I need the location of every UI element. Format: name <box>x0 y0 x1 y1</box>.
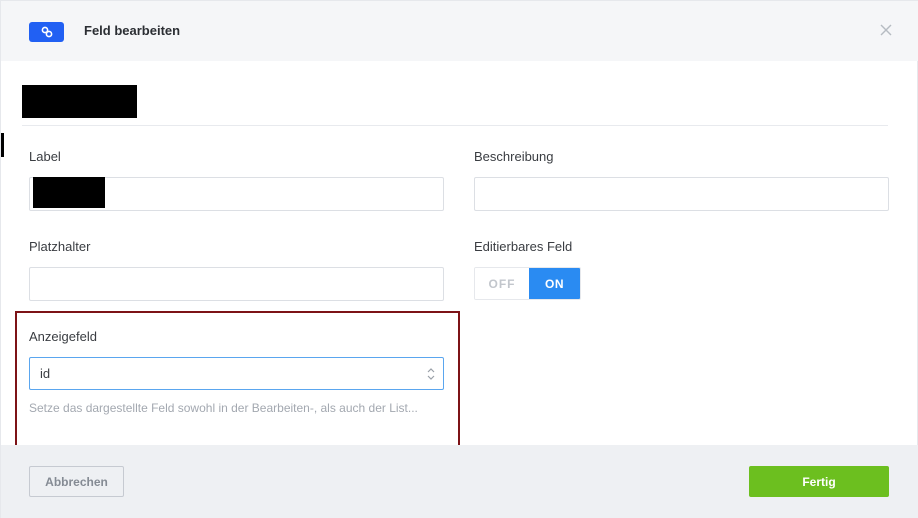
description-field-title: Beschreibung <box>474 149 554 164</box>
placeholder-field-title: Platzhalter <box>29 239 91 254</box>
display-field-hint: Setze das dargestellte Feld sowohl in de… <box>29 401 418 415</box>
field-type-badge <box>29 22 64 42</box>
link-icon <box>41 26 52 38</box>
redacted-marker <box>1 133 4 157</box>
cancel-button[interactable]: Abbrechen <box>29 466 124 497</box>
modal-header: Feld bearbeiten <box>1 1 918 61</box>
section-divider <box>22 125 888 126</box>
redacted-label-value <box>33 177 105 208</box>
redacted-field-name <box>22 85 137 118</box>
display-field-selected-value: id <box>40 366 51 381</box>
placeholder-input[interactable] <box>29 267 444 301</box>
select-arrows-icon <box>427 368 435 380</box>
done-button[interactable]: Fertig <box>749 466 889 497</box>
editable-toggle[interactable]: OFF ON <box>474 267 581 300</box>
modal-title: Feld bearbeiten <box>84 23 181 38</box>
editable-field-title: Editierbares Feld <box>474 239 573 254</box>
edit-field-modal: Feld bearbeiten Label Beschreibung Platz… <box>0 0 918 518</box>
display-field-select[interactable]: id <box>29 357 444 390</box>
description-input[interactable] <box>474 177 889 211</box>
toggle-off-option[interactable]: OFF <box>475 268 529 299</box>
label-field-title: Label <box>29 149 61 164</box>
toggle-on-option[interactable]: ON <box>529 268 580 299</box>
display-field-title: Anzeigefeld <box>29 329 97 344</box>
close-icon[interactable] <box>879 23 893 37</box>
close-button[interactable] <box>879 23 893 37</box>
